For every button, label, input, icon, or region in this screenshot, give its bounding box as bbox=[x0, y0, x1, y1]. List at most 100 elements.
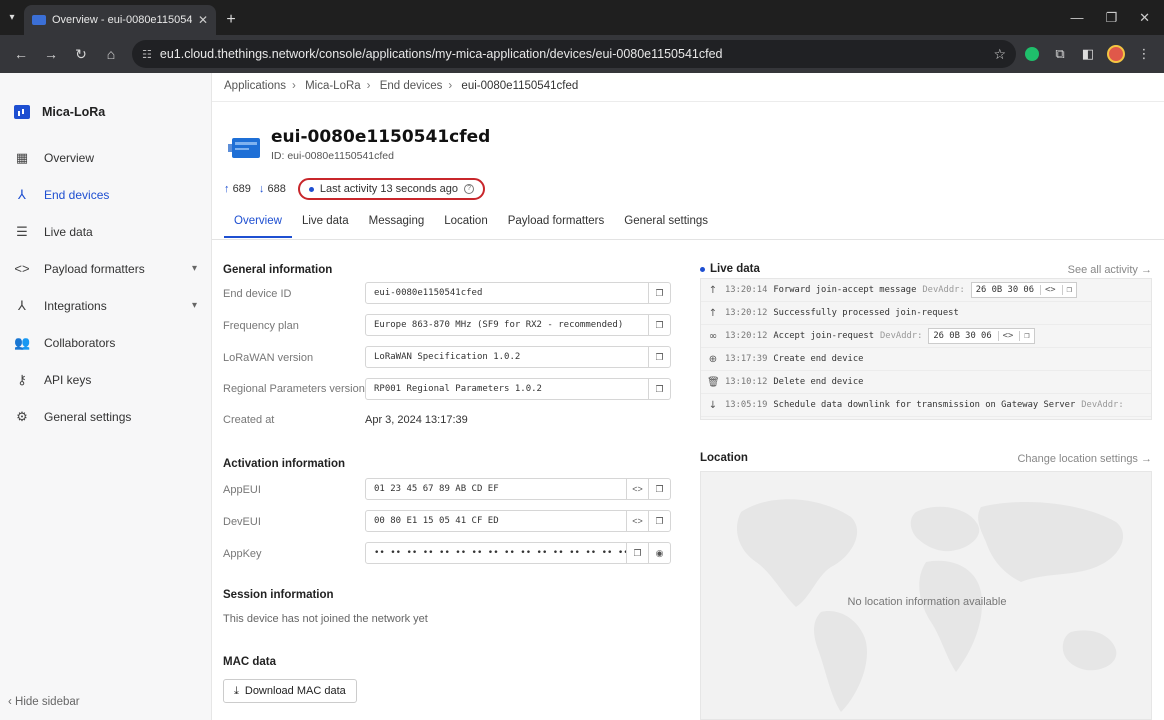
field-label: AppKey bbox=[223, 548, 262, 560]
copy-icon[interactable]: ❐ bbox=[648, 283, 670, 303]
new-tab-button[interactable]: + bbox=[216, 5, 246, 35]
help-icon[interactable]: ? bbox=[464, 184, 475, 194]
list-item[interactable]: ∞ 13:20:12 Accept join-request DevAddr: … bbox=[701, 325, 1151, 348]
sidebar-item-api-keys[interactable]: ⚷ API keys bbox=[0, 361, 211, 398]
list-icon: ☰ bbox=[16, 223, 28, 239]
tab-search-icon[interactable]: ▾ bbox=[0, 0, 24, 35]
show-secret-eye-icon[interactable]: ◉ bbox=[648, 543, 670, 563]
field-value: •• •• •• •• •• •• •• •• •• •• •• •• •• •… bbox=[374, 548, 626, 558]
copy-icon[interactable]: ❐ bbox=[626, 543, 648, 563]
downlink-count: ↓ 688 bbox=[258, 183, 286, 195]
breadcrumb-applications[interactable]: Applications bbox=[224, 80, 286, 92]
copy-icon[interactable]: ❐ bbox=[648, 315, 670, 335]
close-window-icon[interactable]: ✕ bbox=[1139, 10, 1150, 26]
tab-overview[interactable]: Overview bbox=[224, 208, 292, 238]
app-eui-field: 01 23 45 67 89 AB CD EF <> ❐ bbox=[365, 478, 671, 500]
no-location-message: No location information available bbox=[847, 596, 1007, 608]
browser-menu-icon[interactable]: ⋮ bbox=[1132, 42, 1156, 66]
site-info-icon[interactable]: ☷ bbox=[142, 48, 152, 61]
code-icon: <> bbox=[14, 261, 30, 276]
close-tab-icon[interactable]: ✕ bbox=[198, 13, 208, 27]
back-icon[interactable]: ← bbox=[8, 41, 34, 67]
copy-icon[interactable]: ❐ bbox=[648, 379, 670, 399]
sidebar-brand[interactable]: Mica-LoRa bbox=[0, 73, 211, 129]
toggle-format-icon[interactable]: <> bbox=[626, 511, 648, 531]
extension-icon[interactable] bbox=[1020, 42, 1044, 66]
location-map[interactable]: No location information available bbox=[700, 471, 1152, 720]
reload-icon[interactable]: ↻ bbox=[68, 41, 94, 67]
see-all-activity-link[interactable]: See all activity → bbox=[1068, 264, 1152, 276]
list-item[interactable]: 🗑 13:10:12 Delete end device bbox=[701, 371, 1151, 394]
copy-icon[interactable]: ❐ bbox=[648, 511, 670, 531]
device-id-label: ID: eui-0080e1150541cfed bbox=[271, 150, 394, 162]
restore-icon[interactable]: ❐ bbox=[1105, 10, 1117, 26]
url-input[interactable]: ☷ eu1.cloud.thethings.network/console/ap… bbox=[132, 40, 1016, 68]
download-mac-data-button[interactable]: ⤓ Download MAC data bbox=[223, 679, 357, 703]
list-item[interactable]: ↑ 13:20:12 Successfully processed join-r… bbox=[701, 302, 1151, 325]
sidebar-item-label: API keys bbox=[44, 372, 92, 387]
copy-icon[interactable]: ❐ bbox=[1061, 285, 1072, 295]
toggle-format-icon[interactable]: <> bbox=[626, 479, 648, 499]
sidebar-item-end-devices[interactable]: ⅄ End devices bbox=[0, 176, 211, 213]
link-icon: ∞ bbox=[708, 330, 718, 342]
app-name: Mica-LoRa bbox=[42, 105, 106, 119]
session-info-text: This device has not joined the network y… bbox=[223, 613, 428, 625]
extensions-puzzle-icon[interactable]: ⧉ bbox=[1048, 42, 1072, 66]
session-info-title: Session information bbox=[223, 589, 334, 601]
tab-messaging[interactable]: Messaging bbox=[359, 208, 435, 238]
end-device-id-field: eui-0080e1150541cfed ❐ bbox=[365, 282, 671, 304]
browser-tab[interactable]: Overview - eui-0080e1150541c ✕ bbox=[24, 5, 216, 35]
copy-icon[interactable]: ❐ bbox=[648, 347, 670, 367]
home-icon[interactable]: ⌂ bbox=[98, 41, 124, 67]
page-title: eui-0080e1150541cfed bbox=[271, 127, 491, 147]
grid-icon: ▦ bbox=[15, 149, 29, 165]
side-panel-icon[interactable]: ◧ bbox=[1076, 42, 1100, 66]
copy-icon[interactable]: ❐ bbox=[648, 479, 670, 499]
sidebar-item-live-data[interactable]: ☰ Live data bbox=[0, 213, 211, 250]
sidebar-item-label: End devices bbox=[44, 187, 110, 202]
forward-icon[interactable]: → bbox=[38, 41, 64, 67]
up-arrow-icon: ↑ bbox=[708, 307, 718, 319]
down-arrow-icon: ↓ bbox=[258, 183, 265, 195]
breadcrumb-end-devices[interactable]: End devices bbox=[380, 80, 443, 92]
sidebar-nav: ▦ Overview ⅄ End devices ☰ Live data <> … bbox=[0, 139, 211, 435]
list-item[interactable]: ⊕ 13:17:39 Create end device bbox=[701, 348, 1151, 371]
copy-icon[interactable]: ❐ bbox=[1019, 331, 1030, 341]
tab-payload-formatters[interactable]: Payload formatters bbox=[498, 208, 615, 238]
minimize-icon[interactable]: — bbox=[1070, 10, 1083, 25]
list-item[interactable]: ↑ 13:20:14 Forward join-accept message D… bbox=[701, 279, 1151, 302]
uplink-count: ↑ 689 bbox=[224, 183, 251, 195]
plus-circle-icon: ⊕ bbox=[708, 353, 718, 365]
profile-avatar[interactable] bbox=[1104, 42, 1128, 66]
tab-live-data[interactable]: Live data bbox=[292, 208, 359, 238]
change-location-settings-link[interactable]: Change location settings → bbox=[1017, 453, 1152, 465]
sidebar-item-label: Integrations bbox=[44, 298, 107, 313]
sidebar-item-payload-formatters[interactable]: <> Payload formatters ▾ bbox=[0, 250, 211, 287]
field-label: Frequency plan bbox=[223, 320, 299, 332]
sidebar-item-label: General settings bbox=[44, 409, 132, 424]
divider bbox=[212, 101, 1164, 102]
toggle-format-icon[interactable]: <> bbox=[1040, 285, 1056, 295]
tab-general-settings[interactable]: General settings bbox=[614, 208, 718, 238]
field-label: End device ID bbox=[223, 288, 292, 300]
bookmark-star-icon[interactable]: ☆ bbox=[993, 46, 1006, 63]
sidebar-item-integrations[interactable]: ⅄ Integrations ▾ bbox=[0, 287, 211, 324]
field-value: Europe 863-870 MHz (SF9 for RX2 - recomm… bbox=[374, 320, 624, 330]
sidebar-item-overview[interactable]: ▦ Overview bbox=[0, 139, 211, 176]
field-value: 01 23 45 67 89 AB CD EF bbox=[374, 484, 499, 494]
favicon-icon bbox=[32, 15, 46, 25]
tab-location[interactable]: Location bbox=[434, 208, 497, 238]
dev-addr-chip: 26 0B 30 06 <> ❐ bbox=[970, 282, 1077, 298]
field-label: DevEUI bbox=[223, 516, 261, 528]
field-value: eui-0080e1150541cfed bbox=[374, 288, 483, 298]
sidebar-item-label: Payload formatters bbox=[44, 261, 145, 276]
list-item[interactable]: ↓ 13:05:19 Schedule data downlink for tr… bbox=[701, 394, 1151, 417]
sidebar-item-collaborators[interactable]: 👥 Collaborators bbox=[0, 324, 211, 361]
field-label: AppEUI bbox=[223, 484, 261, 496]
hide-sidebar-button[interactable]: ‹ Hide sidebar bbox=[8, 696, 80, 708]
up-arrow-icon: ↑ bbox=[708, 284, 718, 296]
breadcrumb-application[interactable]: Mica-LoRa bbox=[305, 80, 361, 92]
dev-eui-field: 00 80 E1 15 05 41 CF ED <> ❐ bbox=[365, 510, 671, 532]
sidebar-item-general-settings[interactable]: ⚙ General settings bbox=[0, 398, 211, 435]
toggle-format-icon[interactable]: <> bbox=[997, 331, 1013, 341]
